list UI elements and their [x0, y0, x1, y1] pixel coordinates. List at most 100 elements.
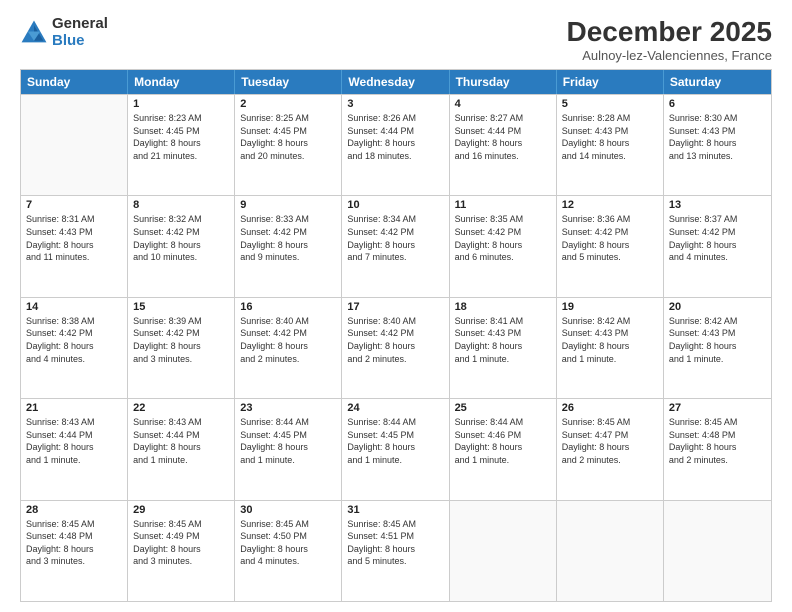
day-cell-25: 25Sunrise: 8:44 AM Sunset: 4:46 PM Dayli… [450, 399, 557, 499]
logo-text: General Blue [52, 16, 108, 49]
day-number: 2 [240, 98, 336, 110]
day-number: 14 [26, 301, 122, 313]
calendar-row-3: 21 Sunrise: 8:43 AM Sunset: 4:44 PM Dayli… [21, 398, 771, 499]
day-cell-16: 16 Sunrise: 8:40 AM Sunset: 4:42 PM Dayli… [235, 298, 342, 398]
day-info: Sunrise: 8:43 AM Sunset: 4:44 PM Dayligh… [26, 416, 122, 466]
header-cell-sunday: Sunday [21, 70, 128, 94]
page: General Blue December 2025 Aulnoy-lez-Va… [0, 0, 792, 612]
day-number: 15 [133, 301, 229, 313]
day-number: 26 [562, 402, 658, 414]
day-cell-8: 8 Sunrise: 8:32 AM Sunset: 4:42 PM Daylig… [128, 196, 235, 296]
title-block: December 2025 Aulnoy-lez-Valenciennes, F… [567, 16, 772, 63]
day-cell-12: 12Sunrise: 8:36 AM Sunset: 4:42 PM Dayli… [557, 196, 664, 296]
day-info: Sunrise: 8:42 AM Sunset: 4:43 PM Dayligh… [562, 315, 658, 365]
header-cell-wednesday: Wednesday [342, 70, 449, 94]
day-info: Sunrise: 8:25 AM Sunset: 4:45 PM Dayligh… [240, 112, 336, 162]
day-cell-14: 14 Sunrise: 8:38 AM Sunset: 4:42 PM Dayli… [21, 298, 128, 398]
day-info: Sunrise: 8:45 AM Sunset: 4:48 PM Dayligh… [669, 416, 766, 466]
day-info: Sunrise: 8:33 AM Sunset: 4:42 PM Dayligh… [240, 213, 336, 263]
header-cell-friday: Friday [557, 70, 664, 94]
day-info: Sunrise: 8:44 AM Sunset: 4:45 PM Dayligh… [347, 416, 443, 466]
day-info: Sunrise: 8:45 AM Sunset: 4:49 PM Dayligh… [133, 518, 229, 568]
day-cell-19: 19 Sunrise: 8:42 AM Sunset: 4:43 PM Dayli… [557, 298, 664, 398]
day-number: 27 [669, 402, 766, 414]
calendar-row-1: 7Sunrise: 8:31 AM Sunset: 4:43 PM Daylig… [21, 195, 771, 296]
month-title: December 2025 [567, 16, 772, 48]
day-info: Sunrise: 8:43 AM Sunset: 4:44 PM Dayligh… [133, 416, 229, 466]
header-cell-monday: Monday [128, 70, 235, 94]
day-number: 3 [347, 98, 443, 110]
day-info: Sunrise: 8:45 AM Sunset: 4:50 PM Dayligh… [240, 518, 336, 568]
day-number: 19 [562, 301, 658, 313]
day-number: 1 [133, 98, 229, 110]
day-number: 31 [347, 504, 443, 516]
header-cell-tuesday: Tuesday [235, 70, 342, 94]
day-number: 21 [26, 402, 122, 414]
day-number: 7 [26, 199, 122, 211]
day-info: Sunrise: 8:45 AM Sunset: 4:47 PM Dayligh… [562, 416, 658, 466]
day-cell-7: 7Sunrise: 8:31 AM Sunset: 4:43 PM Daylig… [21, 196, 128, 296]
day-number: 11 [455, 199, 551, 211]
location-subtitle: Aulnoy-lez-Valenciennes, France [567, 48, 772, 63]
day-cell-21: 21 Sunrise: 8:43 AM Sunset: 4:44 PM Dayli… [21, 399, 128, 499]
day-number: 23 [240, 402, 336, 414]
day-info: Sunrise: 8:41 AM Sunset: 4:43 PM Dayligh… [455, 315, 551, 365]
calendar-row-4: 28Sunrise: 8:45 AM Sunset: 4:48 PM Dayli… [21, 500, 771, 601]
day-cell-31: 31 Sunrise: 8:45 AM Sunset: 4:51 PM Dayli… [342, 501, 449, 601]
day-info: Sunrise: 8:44 AM Sunset: 4:46 PM Dayligh… [455, 416, 551, 466]
calendar-body: 1Sunrise: 8:23 AM Sunset: 4:45 PM Daylig… [21, 94, 771, 601]
day-info: Sunrise: 8:28 AM Sunset: 4:43 PM Dayligh… [562, 112, 658, 162]
calendar-row-0: 1Sunrise: 8:23 AM Sunset: 4:45 PM Daylig… [21, 94, 771, 195]
day-info: Sunrise: 8:44 AM Sunset: 4:45 PM Dayligh… [240, 416, 336, 466]
header: General Blue December 2025 Aulnoy-lez-Va… [20, 16, 772, 63]
day-number: 18 [455, 301, 551, 313]
day-number: 12 [562, 199, 658, 211]
day-number: 9 [240, 199, 336, 211]
day-cell-23: 23 Sunrise: 8:44 AM Sunset: 4:45 PM Dayli… [235, 399, 342, 499]
day-number: 16 [240, 301, 336, 313]
logo-blue: Blue [52, 33, 108, 50]
day-info: Sunrise: 8:26 AM Sunset: 4:44 PM Dayligh… [347, 112, 443, 162]
day-info: Sunrise: 8:45 AM Sunset: 4:48 PM Dayligh… [26, 518, 122, 568]
calendar: SundayMondayTuesdayWednesdayThursdayFrid… [20, 69, 772, 602]
day-cell-4: 4Sunrise: 8:27 AM Sunset: 4:44 PM Daylig… [450, 95, 557, 195]
day-cell-20: 20Sunrise: 8:42 AM Sunset: 4:43 PM Dayli… [664, 298, 771, 398]
day-info: Sunrise: 8:38 AM Sunset: 4:42 PM Dayligh… [26, 315, 122, 365]
logo: General Blue [20, 16, 108, 49]
day-cell-17: 17 Sunrise: 8:40 AM Sunset: 4:42 PM Dayli… [342, 298, 449, 398]
day-number: 8 [133, 199, 229, 211]
day-cell-26: 26 Sunrise: 8:45 AM Sunset: 4:47 PM Dayli… [557, 399, 664, 499]
day-number: 17 [347, 301, 443, 313]
day-cell-2: 2 Sunrise: 8:25 AM Sunset: 4:45 PM Daylig… [235, 95, 342, 195]
day-number: 6 [669, 98, 766, 110]
day-info: Sunrise: 8:35 AM Sunset: 4:42 PM Dayligh… [455, 213, 551, 263]
day-number: 24 [347, 402, 443, 414]
empty-cell-0-0 [21, 95, 128, 195]
day-cell-1: 1Sunrise: 8:23 AM Sunset: 4:45 PM Daylig… [128, 95, 235, 195]
day-info: Sunrise: 8:32 AM Sunset: 4:42 PM Dayligh… [133, 213, 229, 263]
day-number: 20 [669, 301, 766, 313]
day-info: Sunrise: 8:34 AM Sunset: 4:42 PM Dayligh… [347, 213, 443, 263]
day-cell-6: 6Sunrise: 8:30 AM Sunset: 4:43 PM Daylig… [664, 95, 771, 195]
calendar-row-2: 14 Sunrise: 8:38 AM Sunset: 4:42 PM Dayli… [21, 297, 771, 398]
day-number: 22 [133, 402, 229, 414]
empty-cell-4-4 [450, 501, 557, 601]
logo-general: General [52, 16, 108, 33]
day-cell-22: 22 Sunrise: 8:43 AM Sunset: 4:44 PM Dayli… [128, 399, 235, 499]
empty-cell-4-6 [664, 501, 771, 601]
day-info: Sunrise: 8:45 AM Sunset: 4:51 PM Dayligh… [347, 518, 443, 568]
day-cell-18: 18 Sunrise: 8:41 AM Sunset: 4:43 PM Dayli… [450, 298, 557, 398]
day-number: 30 [240, 504, 336, 516]
day-info: Sunrise: 8:40 AM Sunset: 4:42 PM Dayligh… [347, 315, 443, 365]
empty-cell-4-5 [557, 501, 664, 601]
day-cell-30: 30 Sunrise: 8:45 AM Sunset: 4:50 PM Dayli… [235, 501, 342, 601]
day-number: 29 [133, 504, 229, 516]
day-number: 10 [347, 199, 443, 211]
day-cell-11: 11 Sunrise: 8:35 AM Sunset: 4:42 PM Dayli… [450, 196, 557, 296]
day-info: Sunrise: 8:40 AM Sunset: 4:42 PM Dayligh… [240, 315, 336, 365]
day-cell-5: 5 Sunrise: 8:28 AM Sunset: 4:43 PM Daylig… [557, 95, 664, 195]
day-number: 13 [669, 199, 766, 211]
calendar-header-row: SundayMondayTuesdayWednesdayThursdayFrid… [21, 70, 771, 94]
day-number: 5 [562, 98, 658, 110]
day-info: Sunrise: 8:39 AM Sunset: 4:42 PM Dayligh… [133, 315, 229, 365]
